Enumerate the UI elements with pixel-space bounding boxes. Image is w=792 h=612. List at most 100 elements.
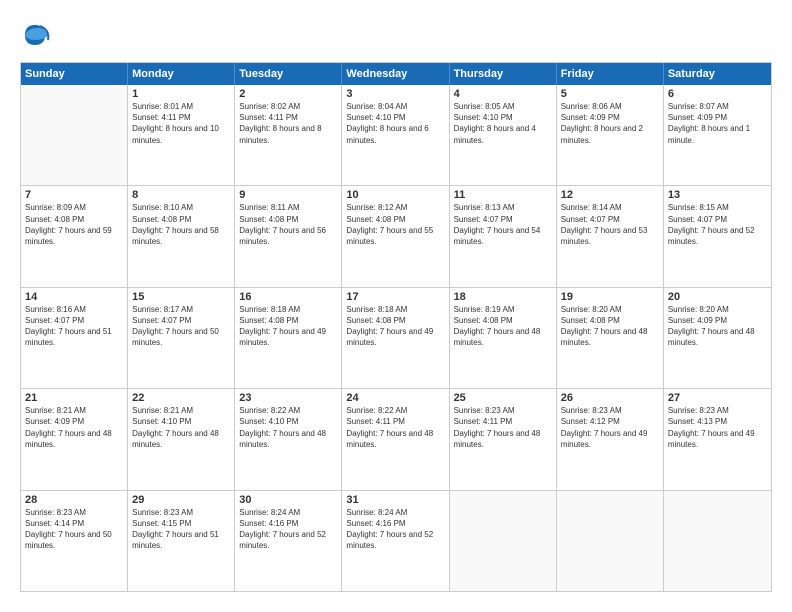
weekday-header-monday: Monday: [128, 63, 235, 85]
cell-info: Sunrise: 8:01 AMSunset: 4:11 PMDaylight:…: [132, 101, 230, 146]
calendar-cell: [21, 85, 128, 185]
cell-info: Sunrise: 8:23 AMSunset: 4:12 PMDaylight:…: [561, 405, 659, 450]
cell-info: Sunrise: 8:22 AMSunset: 4:10 PMDaylight:…: [239, 405, 337, 450]
cell-info: Sunrise: 8:16 AMSunset: 4:07 PMDaylight:…: [25, 304, 123, 349]
day-number: 21: [25, 392, 123, 404]
day-number: 2: [239, 88, 337, 100]
day-number: 23: [239, 392, 337, 404]
day-number: 29: [132, 494, 230, 506]
cell-info: Sunrise: 8:20 AMSunset: 4:08 PMDaylight:…: [561, 304, 659, 349]
cell-info: Sunrise: 8:17 AMSunset: 4:07 PMDaylight:…: [132, 304, 230, 349]
calendar-cell: 14Sunrise: 8:16 AMSunset: 4:07 PMDayligh…: [21, 288, 128, 388]
day-number: 28: [25, 494, 123, 506]
calendar-cell: 12Sunrise: 8:14 AMSunset: 4:07 PMDayligh…: [557, 186, 664, 286]
calendar-row: 28Sunrise: 8:23 AMSunset: 4:14 PMDayligh…: [21, 491, 771, 591]
cell-info: Sunrise: 8:19 AMSunset: 4:08 PMDaylight:…: [454, 304, 552, 349]
cell-info: Sunrise: 8:14 AMSunset: 4:07 PMDaylight:…: [561, 202, 659, 247]
cell-info: Sunrise: 8:24 AMSunset: 4:16 PMDaylight:…: [346, 507, 444, 552]
cell-info: Sunrise: 8:06 AMSunset: 4:09 PMDaylight:…: [561, 101, 659, 146]
cell-info: Sunrise: 8:20 AMSunset: 4:09 PMDaylight:…: [668, 304, 767, 349]
logo: [20, 20, 54, 50]
day-number: 26: [561, 392, 659, 404]
calendar-cell: 26Sunrise: 8:23 AMSunset: 4:12 PMDayligh…: [557, 389, 664, 489]
calendar-cell: 21Sunrise: 8:21 AMSunset: 4:09 PMDayligh…: [21, 389, 128, 489]
calendar-cell: 24Sunrise: 8:22 AMSunset: 4:11 PMDayligh…: [342, 389, 449, 489]
cell-info: Sunrise: 8:09 AMSunset: 4:08 PMDaylight:…: [25, 202, 123, 247]
calendar-cell: [664, 491, 771, 591]
calendar-cell: 5Sunrise: 8:06 AMSunset: 4:09 PMDaylight…: [557, 85, 664, 185]
weekday-header-wednesday: Wednesday: [342, 63, 449, 85]
day-number: 9: [239, 189, 337, 201]
cell-info: Sunrise: 8:11 AMSunset: 4:08 PMDaylight:…: [239, 202, 337, 247]
day-number: 15: [132, 291, 230, 303]
header: [20, 20, 772, 50]
calendar-cell: 18Sunrise: 8:19 AMSunset: 4:08 PMDayligh…: [450, 288, 557, 388]
logo-icon: [20, 20, 50, 50]
calendar-cell: 19Sunrise: 8:20 AMSunset: 4:08 PMDayligh…: [557, 288, 664, 388]
day-number: 30: [239, 494, 337, 506]
cell-info: Sunrise: 8:23 AMSunset: 4:13 PMDaylight:…: [668, 405, 767, 450]
day-number: 27: [668, 392, 767, 404]
day-number: 13: [668, 189, 767, 201]
day-number: 6: [668, 88, 767, 100]
day-number: 16: [239, 291, 337, 303]
calendar-row: 21Sunrise: 8:21 AMSunset: 4:09 PMDayligh…: [21, 389, 771, 490]
calendar-body: 1Sunrise: 8:01 AMSunset: 4:11 PMDaylight…: [21, 85, 771, 591]
weekday-header-saturday: Saturday: [664, 63, 771, 85]
day-number: 8: [132, 189, 230, 201]
calendar-cell: 10Sunrise: 8:12 AMSunset: 4:08 PMDayligh…: [342, 186, 449, 286]
calendar-cell: 8Sunrise: 8:10 AMSunset: 4:08 PMDaylight…: [128, 186, 235, 286]
calendar: SundayMondayTuesdayWednesdayThursdayFrid…: [20, 62, 772, 592]
day-number: 31: [346, 494, 444, 506]
cell-info: Sunrise: 8:18 AMSunset: 4:08 PMDaylight:…: [239, 304, 337, 349]
calendar-cell: 28Sunrise: 8:23 AMSunset: 4:14 PMDayligh…: [21, 491, 128, 591]
weekday-header-thursday: Thursday: [450, 63, 557, 85]
page: SundayMondayTuesdayWednesdayThursdayFrid…: [0, 0, 792, 612]
calendar-cell: [450, 491, 557, 591]
day-number: 4: [454, 88, 552, 100]
cell-info: Sunrise: 8:04 AMSunset: 4:10 PMDaylight:…: [346, 101, 444, 146]
calendar-cell: 22Sunrise: 8:21 AMSunset: 4:10 PMDayligh…: [128, 389, 235, 489]
calendar-cell: 13Sunrise: 8:15 AMSunset: 4:07 PMDayligh…: [664, 186, 771, 286]
day-number: 7: [25, 189, 123, 201]
cell-info: Sunrise: 8:15 AMSunset: 4:07 PMDaylight:…: [668, 202, 767, 247]
day-number: 1: [132, 88, 230, 100]
cell-info: Sunrise: 8:07 AMSunset: 4:09 PMDaylight:…: [668, 101, 767, 146]
day-number: 20: [668, 291, 767, 303]
calendar-header: SundayMondayTuesdayWednesdayThursdayFrid…: [21, 63, 771, 85]
cell-info: Sunrise: 8:22 AMSunset: 4:11 PMDaylight:…: [346, 405, 444, 450]
cell-info: Sunrise: 8:05 AMSunset: 4:10 PMDaylight:…: [454, 101, 552, 146]
calendar-cell: 2Sunrise: 8:02 AMSunset: 4:11 PMDaylight…: [235, 85, 342, 185]
calendar-row: 1Sunrise: 8:01 AMSunset: 4:11 PMDaylight…: [21, 85, 771, 186]
calendar-cell: 25Sunrise: 8:23 AMSunset: 4:11 PMDayligh…: [450, 389, 557, 489]
weekday-header-sunday: Sunday: [21, 63, 128, 85]
calendar-cell: 15Sunrise: 8:17 AMSunset: 4:07 PMDayligh…: [128, 288, 235, 388]
calendar-cell: 1Sunrise: 8:01 AMSunset: 4:11 PMDaylight…: [128, 85, 235, 185]
day-number: 17: [346, 291, 444, 303]
cell-info: Sunrise: 8:21 AMSunset: 4:09 PMDaylight:…: [25, 405, 123, 450]
calendar-cell: [557, 491, 664, 591]
calendar-cell: 6Sunrise: 8:07 AMSunset: 4:09 PMDaylight…: [664, 85, 771, 185]
calendar-cell: 30Sunrise: 8:24 AMSunset: 4:16 PMDayligh…: [235, 491, 342, 591]
day-number: 22: [132, 392, 230, 404]
day-number: 25: [454, 392, 552, 404]
calendar-cell: 23Sunrise: 8:22 AMSunset: 4:10 PMDayligh…: [235, 389, 342, 489]
cell-info: Sunrise: 8:12 AMSunset: 4:08 PMDaylight:…: [346, 202, 444, 247]
day-number: 14: [25, 291, 123, 303]
calendar-cell: 29Sunrise: 8:23 AMSunset: 4:15 PMDayligh…: [128, 491, 235, 591]
calendar-cell: 31Sunrise: 8:24 AMSunset: 4:16 PMDayligh…: [342, 491, 449, 591]
calendar-cell: 11Sunrise: 8:13 AMSunset: 4:07 PMDayligh…: [450, 186, 557, 286]
day-number: 5: [561, 88, 659, 100]
calendar-cell: 9Sunrise: 8:11 AMSunset: 4:08 PMDaylight…: [235, 186, 342, 286]
day-number: 18: [454, 291, 552, 303]
calendar-row: 7Sunrise: 8:09 AMSunset: 4:08 PMDaylight…: [21, 186, 771, 287]
calendar-cell: 20Sunrise: 8:20 AMSunset: 4:09 PMDayligh…: [664, 288, 771, 388]
weekday-header-tuesday: Tuesday: [235, 63, 342, 85]
calendar-row: 14Sunrise: 8:16 AMSunset: 4:07 PMDayligh…: [21, 288, 771, 389]
weekday-header-friday: Friday: [557, 63, 664, 85]
cell-info: Sunrise: 8:21 AMSunset: 4:10 PMDaylight:…: [132, 405, 230, 450]
cell-info: Sunrise: 8:23 AMSunset: 4:11 PMDaylight:…: [454, 405, 552, 450]
calendar-cell: 16Sunrise: 8:18 AMSunset: 4:08 PMDayligh…: [235, 288, 342, 388]
cell-info: Sunrise: 8:23 AMSunset: 4:15 PMDaylight:…: [132, 507, 230, 552]
day-number: 19: [561, 291, 659, 303]
